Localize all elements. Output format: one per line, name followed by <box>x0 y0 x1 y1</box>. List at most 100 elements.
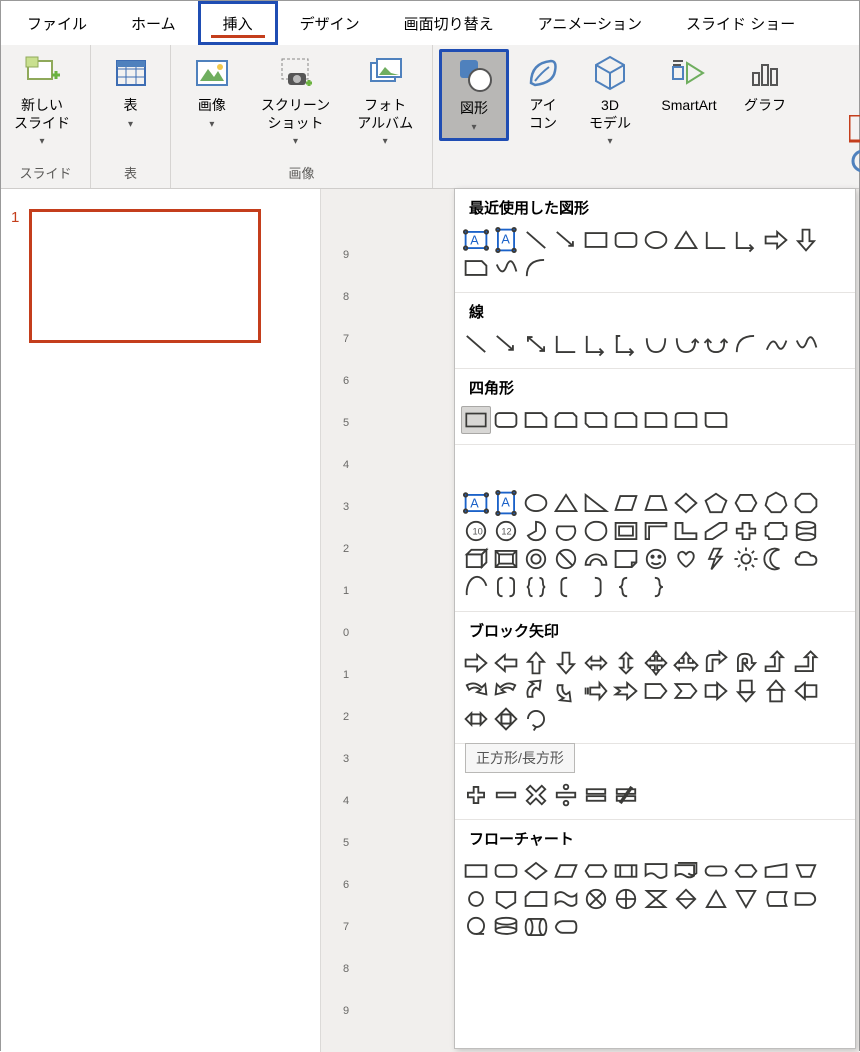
shape-chevron[interactable] <box>671 677 701 705</box>
album-button[interactable]: フォト アルバム ▾ <box>344 49 426 153</box>
shape-snip2s[interactable] <box>551 406 581 434</box>
shape-arrLRU[interactable] <box>671 649 701 677</box>
shapes-button[interactable]: 図形 ▾ <box>439 49 509 141</box>
shape-arrR[interactable] <box>461 649 491 677</box>
shape-noSymbol[interactable] <box>551 545 581 573</box>
shape-calloutU[interactable] <box>761 677 791 705</box>
shape-triangle[interactable] <box>551 489 581 517</box>
shape-oval[interactable] <box>521 489 551 517</box>
shape-circArr[interactable] <box>521 705 551 733</box>
shape-rtTri[interactable] <box>581 489 611 517</box>
shape-eqMinus[interactable] <box>491 781 521 809</box>
slide-thumbnail-1[interactable] <box>29 209 261 343</box>
shape-bracketL[interactable] <box>551 573 581 601</box>
shape-arrLR[interactable] <box>581 649 611 677</box>
shape-fcCollate[interactable] <box>641 885 671 913</box>
shape-diagStripe[interactable] <box>701 517 731 545</box>
shape-curvedU[interactable] <box>521 677 551 705</box>
shape-rect[interactable] <box>581 226 611 254</box>
shape-snip1[interactable] <box>521 406 551 434</box>
shape-fcExtract[interactable] <box>701 885 731 913</box>
shape-rect[interactable] <box>461 406 491 434</box>
shape-quad[interactable] <box>641 649 671 677</box>
shape-snip1[interactable] <box>461 254 491 282</box>
shape-fcStored[interactable] <box>761 885 791 913</box>
shape-oct[interactable] <box>791 489 821 517</box>
shape-smiley[interactable] <box>641 545 671 573</box>
picture-button[interactable]: 画像 ▾ <box>177 49 247 135</box>
shape-bevel[interactable] <box>491 545 521 573</box>
shape-fcCard[interactable] <box>521 885 551 913</box>
shape-calloutD[interactable] <box>731 677 761 705</box>
shape-notched[interactable] <box>611 677 641 705</box>
shape-elbow[interactable] <box>551 330 581 358</box>
shape-fcDirAcc[interactable] <box>521 913 551 941</box>
shape-dodec[interactable]: 12 <box>491 517 521 545</box>
shape-textboxH[interactable]: A <box>461 489 491 517</box>
shape-arrU[interactable] <box>521 649 551 677</box>
shape-cloud[interactable] <box>791 545 821 573</box>
shape-plus[interactable] <box>731 517 761 545</box>
shape-can[interactable] <box>791 517 821 545</box>
shape-freeform[interactable] <box>761 330 791 358</box>
shape-braceR[interactable] <box>641 573 671 601</box>
shape-calloutR[interactable] <box>701 677 731 705</box>
shape-fcProc[interactable] <box>461 857 491 885</box>
shape-arc[interactable] <box>521 254 551 282</box>
shape-round2d[interactable] <box>701 406 731 434</box>
shape-fcTerm[interactable] <box>701 857 731 885</box>
shape-fcSum[interactable] <box>581 885 611 913</box>
shape-fcDisplay[interactable] <box>551 913 581 941</box>
shape-curvedL[interactable] <box>491 677 521 705</box>
shape-trap[interactable] <box>641 489 671 517</box>
shape-bolt[interactable] <box>701 545 731 573</box>
shape-arc2[interactable] <box>461 573 491 601</box>
shape-cube[interactable] <box>461 545 491 573</box>
model3d-button[interactable]: 3D モデル ▾ <box>577 49 643 153</box>
shape-snipRound[interactable] <box>611 406 641 434</box>
shape-chord[interactable] <box>551 517 581 545</box>
shape-scribble[interactable] <box>791 330 821 358</box>
shape-fcPre[interactable] <box>581 857 611 885</box>
shape-fcConn[interactable] <box>461 885 491 913</box>
shape-textboxV[interactable]: A <box>491 226 521 254</box>
shape-plaque[interactable] <box>761 517 791 545</box>
chart-button[interactable]: グラフ <box>735 49 795 119</box>
shape-fcSeqAcc[interactable] <box>461 913 491 941</box>
shape-round2s[interactable] <box>671 406 701 434</box>
new-slide-button[interactable]: 新しい スライド ▾ <box>7 49 77 153</box>
shape-line[interactable] <box>521 226 551 254</box>
shape-curveCA[interactable] <box>671 330 701 358</box>
shape-calloutQuad[interactable] <box>491 705 521 733</box>
shape-calloutLR[interactable] <box>461 705 491 733</box>
shape-arrD[interactable] <box>551 649 581 677</box>
shape-elbowA[interactable] <box>731 226 761 254</box>
shape-arrUD[interactable] <box>611 649 641 677</box>
screenshot-button[interactable]: スクリーン ショット ▾ <box>253 49 339 153</box>
shape-eqEq[interactable] <box>581 781 611 809</box>
tab-design[interactable]: デザイン <box>278 1 382 45</box>
shape-eqNeq[interactable] <box>611 781 641 809</box>
shape-curvedD[interactable] <box>551 677 581 705</box>
shape-lshape[interactable] <box>671 517 701 545</box>
shape-round1[interactable] <box>641 406 671 434</box>
shape-dec[interactable]: 10 <box>461 517 491 545</box>
shape-fcMagDisk[interactable] <box>491 913 521 941</box>
shape-donut[interactable] <box>521 545 551 573</box>
shape-braceL[interactable] <box>611 573 641 601</box>
shape-fcOr[interactable] <box>611 885 641 913</box>
shape-brace[interactable] <box>521 573 551 601</box>
shape-arrR[interactable] <box>761 226 791 254</box>
shape-line[interactable] <box>461 330 491 358</box>
shape-elbow[interactable] <box>701 226 731 254</box>
shape-eqMult[interactable] <box>521 781 551 809</box>
shape-arrL[interactable] <box>491 649 521 677</box>
shape-fcIntS[interactable] <box>611 857 641 885</box>
shape-arc[interactable] <box>731 330 761 358</box>
shape-bentUp[interactable] <box>791 649 821 677</box>
shape-hex[interactable] <box>731 489 761 517</box>
shape-fcMDoc[interactable] <box>671 857 701 885</box>
shape-scribble[interactable] <box>491 254 521 282</box>
shape-calloutL[interactable] <box>791 677 821 705</box>
shape-uturn[interactable] <box>731 649 761 677</box>
